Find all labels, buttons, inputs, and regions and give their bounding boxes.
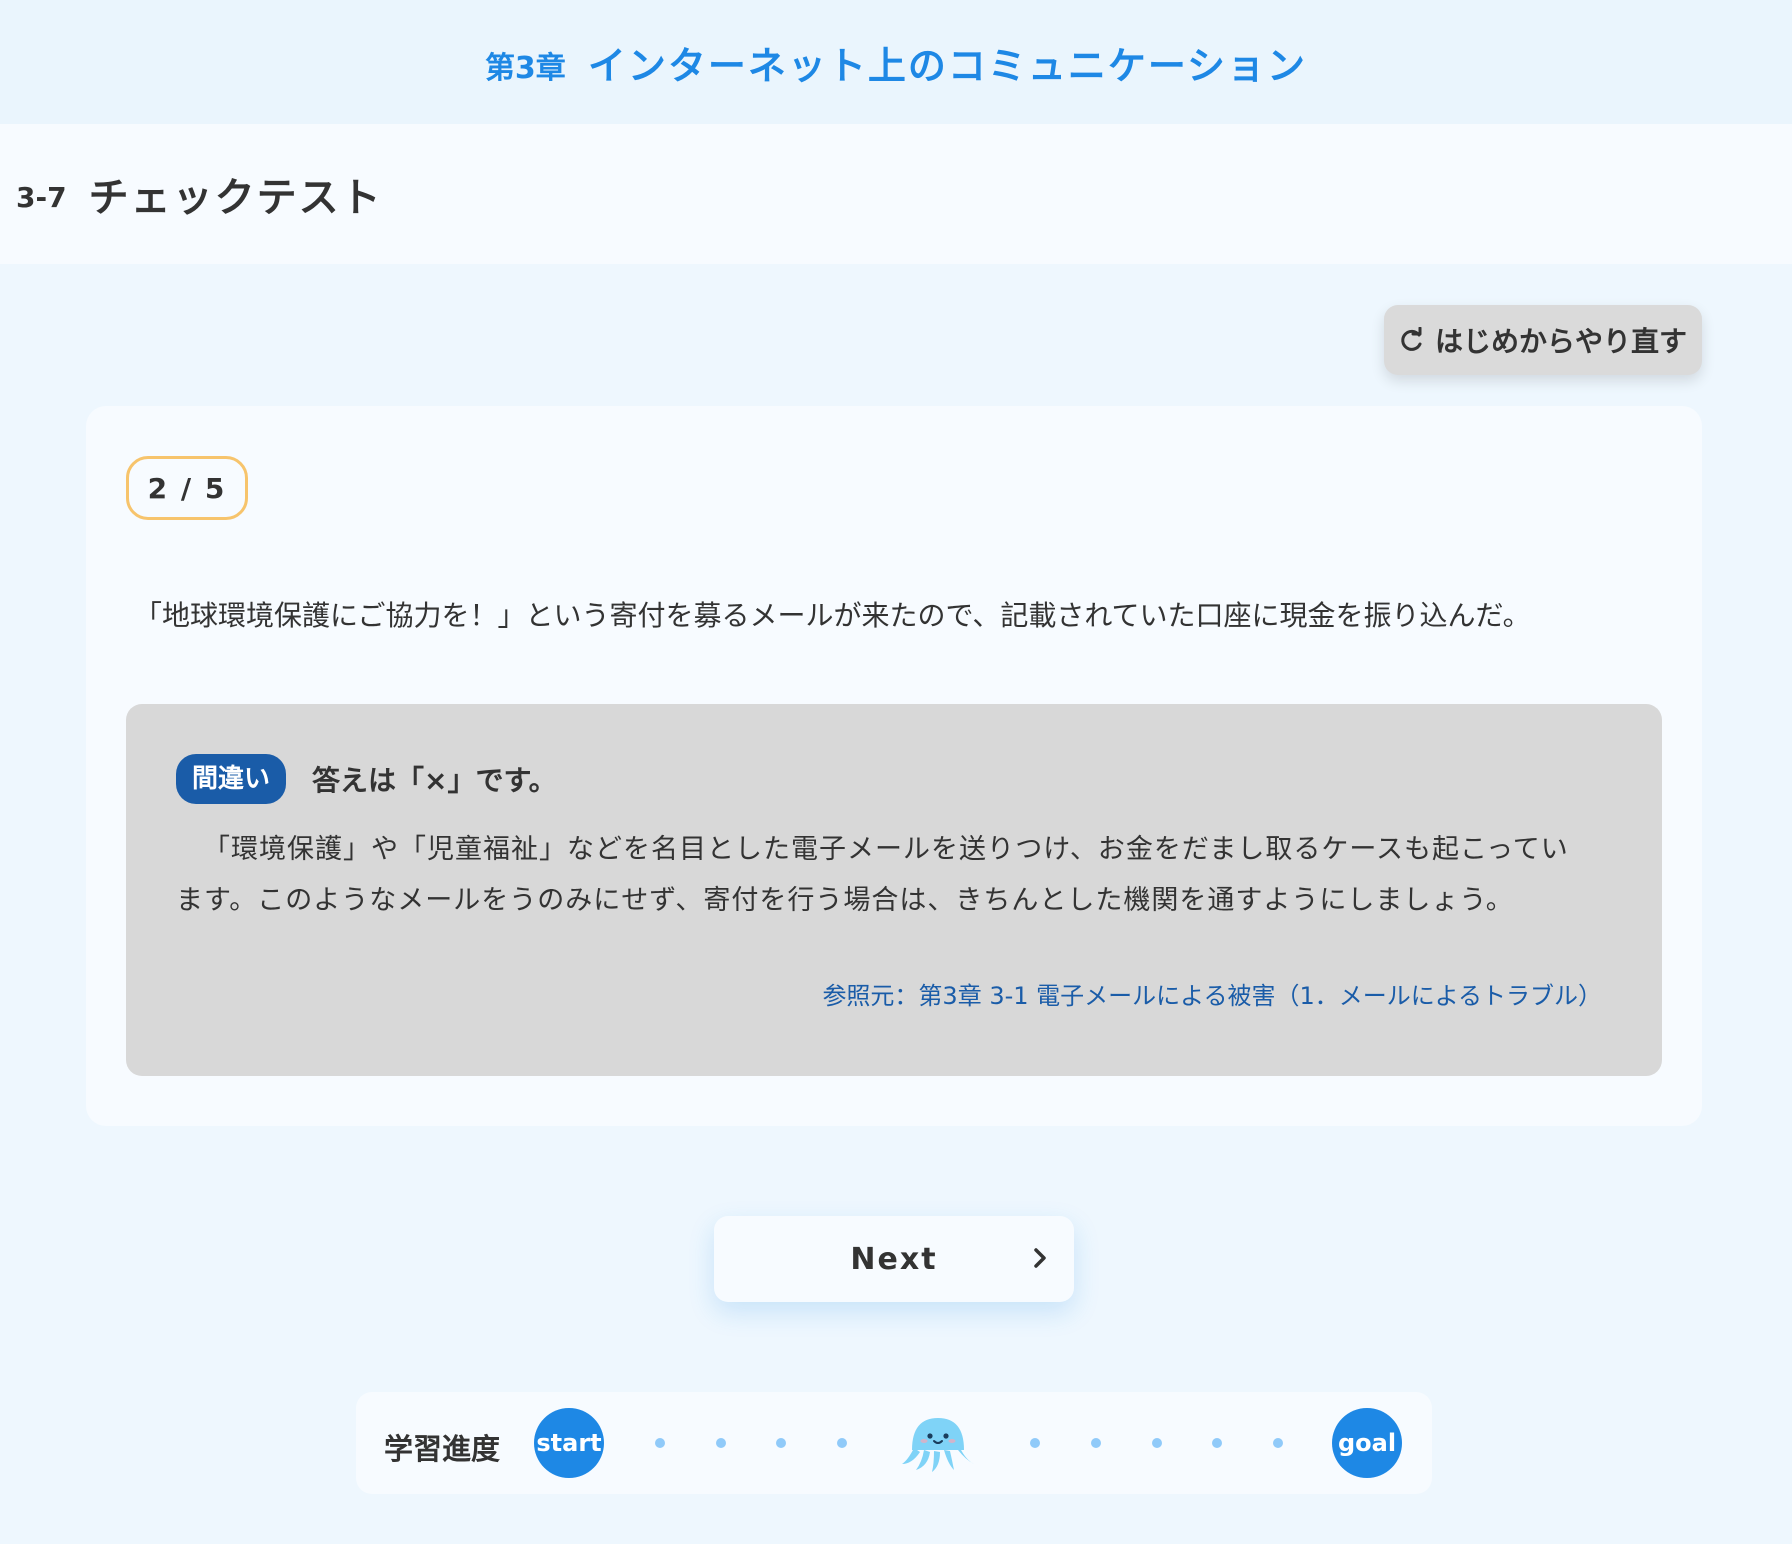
question-text: 「地球環境保護にご協力を！」という寄付を募るメールが来たので、記載されていた口座…: [134, 599, 1531, 632]
section-number: 3-7: [16, 180, 67, 214]
progress-dot: [1030, 1438, 1040, 1448]
next-button[interactable]: Next: [714, 1216, 1074, 1302]
progress-dot: [1152, 1438, 1162, 1448]
answer-text: 答えは「×」です。: [312, 764, 557, 797]
verdict-badge: 間違い: [176, 754, 287, 804]
section-title: チェックテスト: [88, 175, 383, 221]
progress-dot: [1212, 1438, 1222, 1448]
progress-tracker: 学習進度 start goal: [356, 1392, 1432, 1494]
verdict-row: 間違い 答えは「×」です。: [176, 754, 557, 804]
chapter-header: 第3章 インターネット上のコミュニケーション: [0, 0, 1792, 124]
restart-button[interactable]: はじめからやり直す: [1384, 305, 1702, 375]
progress-label: 学習進度: [384, 1432, 501, 1466]
next-button-label: Next: [850, 1241, 938, 1277]
restart-button-label: はじめからやり直す: [1434, 325, 1687, 358]
jellyfish-icon: [902, 1418, 974, 1472]
progress-dot: [837, 1438, 847, 1448]
progress-start: start: [534, 1408, 604, 1478]
progress-dot: [776, 1438, 786, 1448]
question-counter: 2 / 5: [126, 456, 248, 520]
refresh-icon: [1401, 327, 1422, 351]
progress-dot: [1273, 1438, 1283, 1448]
progress-dot: [1091, 1438, 1101, 1448]
progress-goal: goal: [1332, 1408, 1402, 1478]
chapter-title: インターネット上のコミュニケーション: [587, 43, 1308, 88]
feedback-panel: 間違い 答えは「×」です。 「環境保護」や「児童福祉」などを名目とした電子メール…: [126, 704, 1662, 1076]
chevron-right-icon: [1034, 1248, 1046, 1268]
reference-link[interactable]: 参照元：第3章 3-1 電子メールによる被害（1．メールによるトラブル）: [822, 976, 1602, 1011]
quiz-card: 2 / 5 「地球環境保護にご協力を！」という寄付を募るメールが来たので、記載さ…: [86, 406, 1702, 1126]
section-bar: 3-7 チェックテスト: [0, 124, 1792, 264]
explanation-text: 「環境保護」や「児童福祉」などを名目とした電子メールを送りつけ、お金をだまし取る…: [176, 834, 1569, 916]
chapter-number: 第3章: [484, 51, 566, 86]
progress-dot: [716, 1438, 726, 1448]
progress-dot: [655, 1438, 665, 1448]
